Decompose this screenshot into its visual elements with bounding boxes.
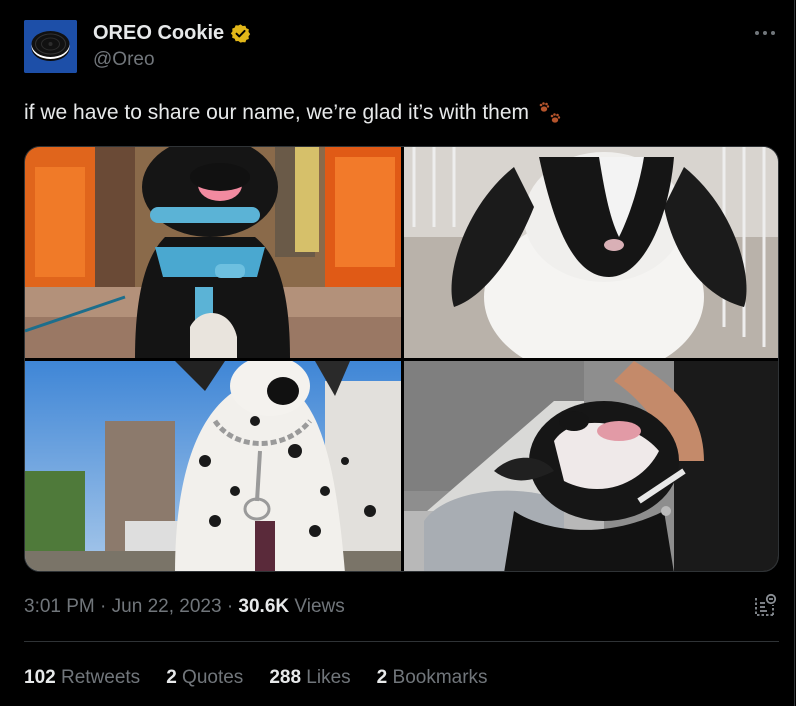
photo-dog[interactable] bbox=[25, 147, 401, 358]
retweets-stat[interactable]: 102 Retweets bbox=[24, 667, 140, 689]
retweets-count: 102 bbox=[24, 667, 56, 688]
likes-count: 288 bbox=[269, 667, 302, 688]
more-dot-icon bbox=[755, 31, 759, 35]
verified-badge-icon[interactable] bbox=[230, 23, 251, 44]
paw-prints-icon bbox=[539, 102, 561, 123]
more-options-button[interactable] bbox=[752, 22, 778, 42]
analytics-icon[interactable] bbox=[752, 593, 778, 619]
views-label: Views bbox=[294, 596, 345, 617]
bookmarks-stat[interactable]: 2 Bookmarks bbox=[377, 667, 488, 689]
bookmarks-label: Bookmarks bbox=[392, 667, 488, 688]
author-display-name[interactable]: OREO Cookie bbox=[93, 22, 224, 45]
divider bbox=[24, 641, 779, 642]
tweet-detail: OREO Cookie @Oreo if we have to share ou… bbox=[0, 0, 795, 706]
likes-label: Likes bbox=[306, 667, 351, 688]
more-dot-icon bbox=[763, 31, 767, 35]
views-count: 30.6K bbox=[238, 596, 290, 617]
likes-stat[interactable]: 288 Likes bbox=[269, 667, 350, 689]
tweet-date[interactable]: Jun 22, 2023 bbox=[112, 596, 222, 617]
retweets-label: Retweets bbox=[60, 667, 141, 688]
tweet-text-content: if we have to share our name, we’re glad… bbox=[24, 101, 530, 124]
more-dot-icon bbox=[771, 31, 775, 35]
bookmarks-count: 2 bbox=[376, 667, 388, 688]
tweet-time[interactable]: 3:01 PM bbox=[24, 596, 95, 617]
oreo-cookie-logo-icon bbox=[24, 20, 77, 73]
photo-french-bulldog[interactable] bbox=[404, 361, 778, 571]
tweet-text: if we have to share our name, we’re glad… bbox=[24, 99, 565, 127]
photo-dalmatian[interactable] bbox=[25, 361, 401, 571]
avatar[interactable] bbox=[24, 20, 77, 73]
quotes-count: 2 bbox=[166, 667, 177, 688]
quotes-stat[interactable]: 2 Quotes bbox=[166, 667, 243, 689]
tweet-meta: 3:01 PM · Jun 22, 2023 · 30.6K Views bbox=[24, 596, 345, 618]
meta-separator: · bbox=[226, 596, 234, 617]
author-handle[interactable]: @Oreo bbox=[93, 49, 155, 71]
meta-separator: · bbox=[100, 596, 107, 617]
quotes-label: Quotes bbox=[182, 667, 244, 688]
engagement-stats: 102 Retweets 2 Quotes 288 Likes 2 Bookma… bbox=[24, 667, 488, 689]
photo-rabbit[interactable] bbox=[404, 147, 778, 358]
media-grid bbox=[24, 146, 779, 572]
